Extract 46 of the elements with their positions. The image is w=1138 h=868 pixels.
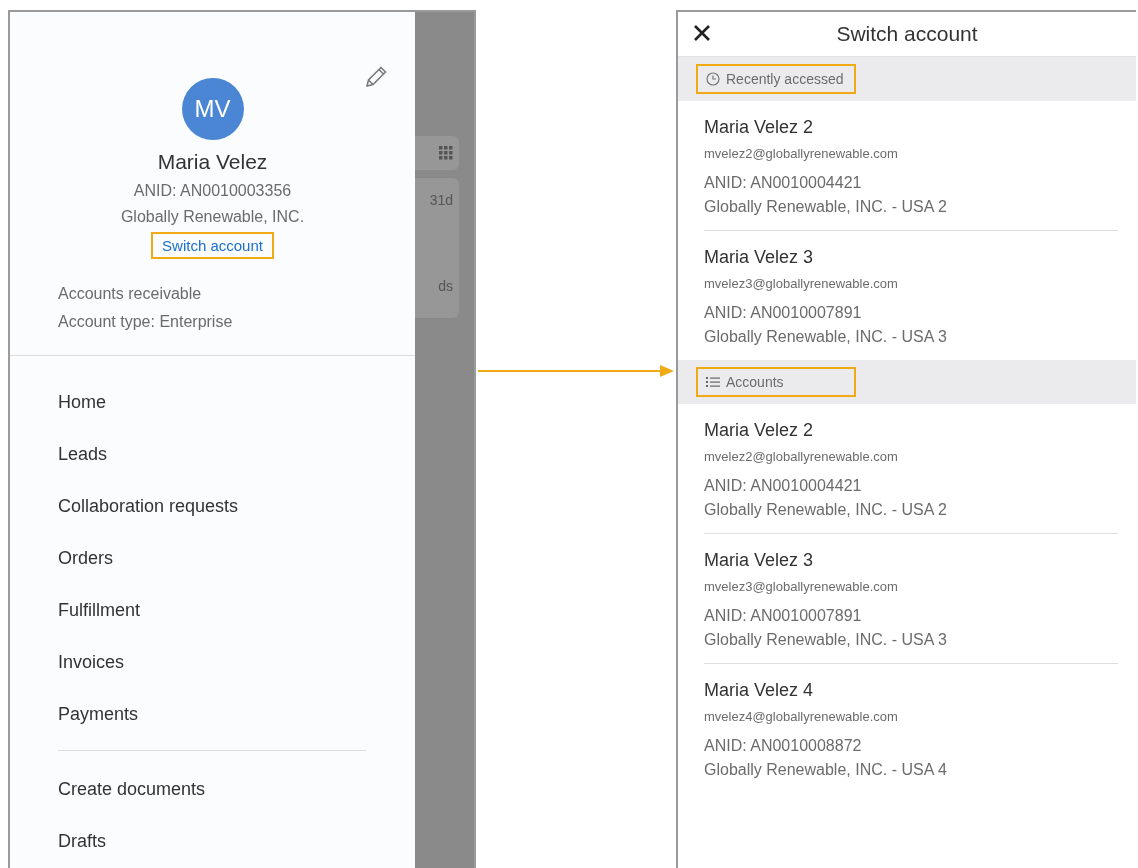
account-name[interactable]: Maria Velez 3	[704, 247, 1118, 268]
peek-date-text: 31d	[429, 192, 453, 208]
anid-text: ANID: AN0010003356	[133, 182, 292, 200]
anid-text: ANID: AN0010004421	[704, 477, 863, 495]
company-name: Globally Renewable, INC. - USA 3	[704, 328, 948, 346]
company-name: Globally Renewable, INC.	[120, 208, 305, 226]
role-text: Accounts receivable	[58, 285, 203, 303]
nav-item[interactable]: Drafts	[58, 815, 415, 867]
switch-account-link[interactable]: Switch account	[151, 232, 274, 259]
account-email: mvelez3@globallyrenewable.com	[704, 579, 899, 594]
avatar: MV	[181, 78, 244, 140]
close-icon[interactable]	[692, 23, 712, 43]
anid-text: ANID: AN0010008872	[704, 737, 863, 755]
section-label: Recently accessed	[696, 64, 856, 94]
list-icon	[706, 376, 720, 388]
company-name: Globally Renewable, INC. - USA 2	[704, 198, 948, 216]
anid-text: ANID: AN0010007891	[704, 304, 863, 322]
company-name: Globally Renewable, INC. - USA 2	[704, 501, 948, 519]
nav-item[interactable]: Orders	[58, 532, 415, 584]
account-name[interactable]: Maria Velez 3	[704, 550, 1118, 571]
account-name[interactable]: Maria Velez 2	[704, 420, 1118, 441]
grid-icon	[439, 146, 453, 160]
account-type-text: Account type: Enterprise	[58, 313, 234, 331]
peek-text: ds	[438, 278, 453, 294]
account-name[interactable]: Maria Velez 2	[704, 117, 1118, 138]
clock-icon	[706, 72, 720, 86]
account-email: mvelez3@globallyrenewable.com	[704, 276, 899, 291]
nav-item[interactable]: Leads	[58, 428, 415, 480]
user-name: Maria Velez	[157, 150, 268, 174]
account-email: mvelez2@globallyrenewable.com	[704, 449, 899, 464]
nav-item[interactable]: Create documents	[58, 763, 415, 815]
account-name[interactable]: Maria Velez 4	[704, 680, 1118, 701]
nav-item[interactable]: Collaboration requests	[58, 480, 415, 532]
account-email: mvelez2@globallyrenewable.com	[704, 146, 899, 161]
pencil-icon[interactable]	[363, 64, 389, 90]
nav-item[interactable]: Payments	[58, 688, 415, 740]
nav-item[interactable]: Home	[58, 376, 415, 428]
nav-item[interactable]: Fulfillment	[58, 584, 415, 636]
screen-title: Switch account	[836, 22, 978, 46]
company-name: Globally Renewable, INC. - USA 3	[704, 631, 948, 649]
anid-text: ANID: AN0010007891	[704, 607, 863, 625]
nav-item[interactable]: Invoices	[58, 636, 415, 688]
account-email: mvelez4@globallyrenewable.com	[704, 709, 899, 724]
section-label: Accounts	[696, 367, 856, 397]
company-name: Globally Renewable, INC. - USA 4	[704, 761, 948, 779]
anid-text: ANID: AN0010004421	[704, 174, 863, 192]
